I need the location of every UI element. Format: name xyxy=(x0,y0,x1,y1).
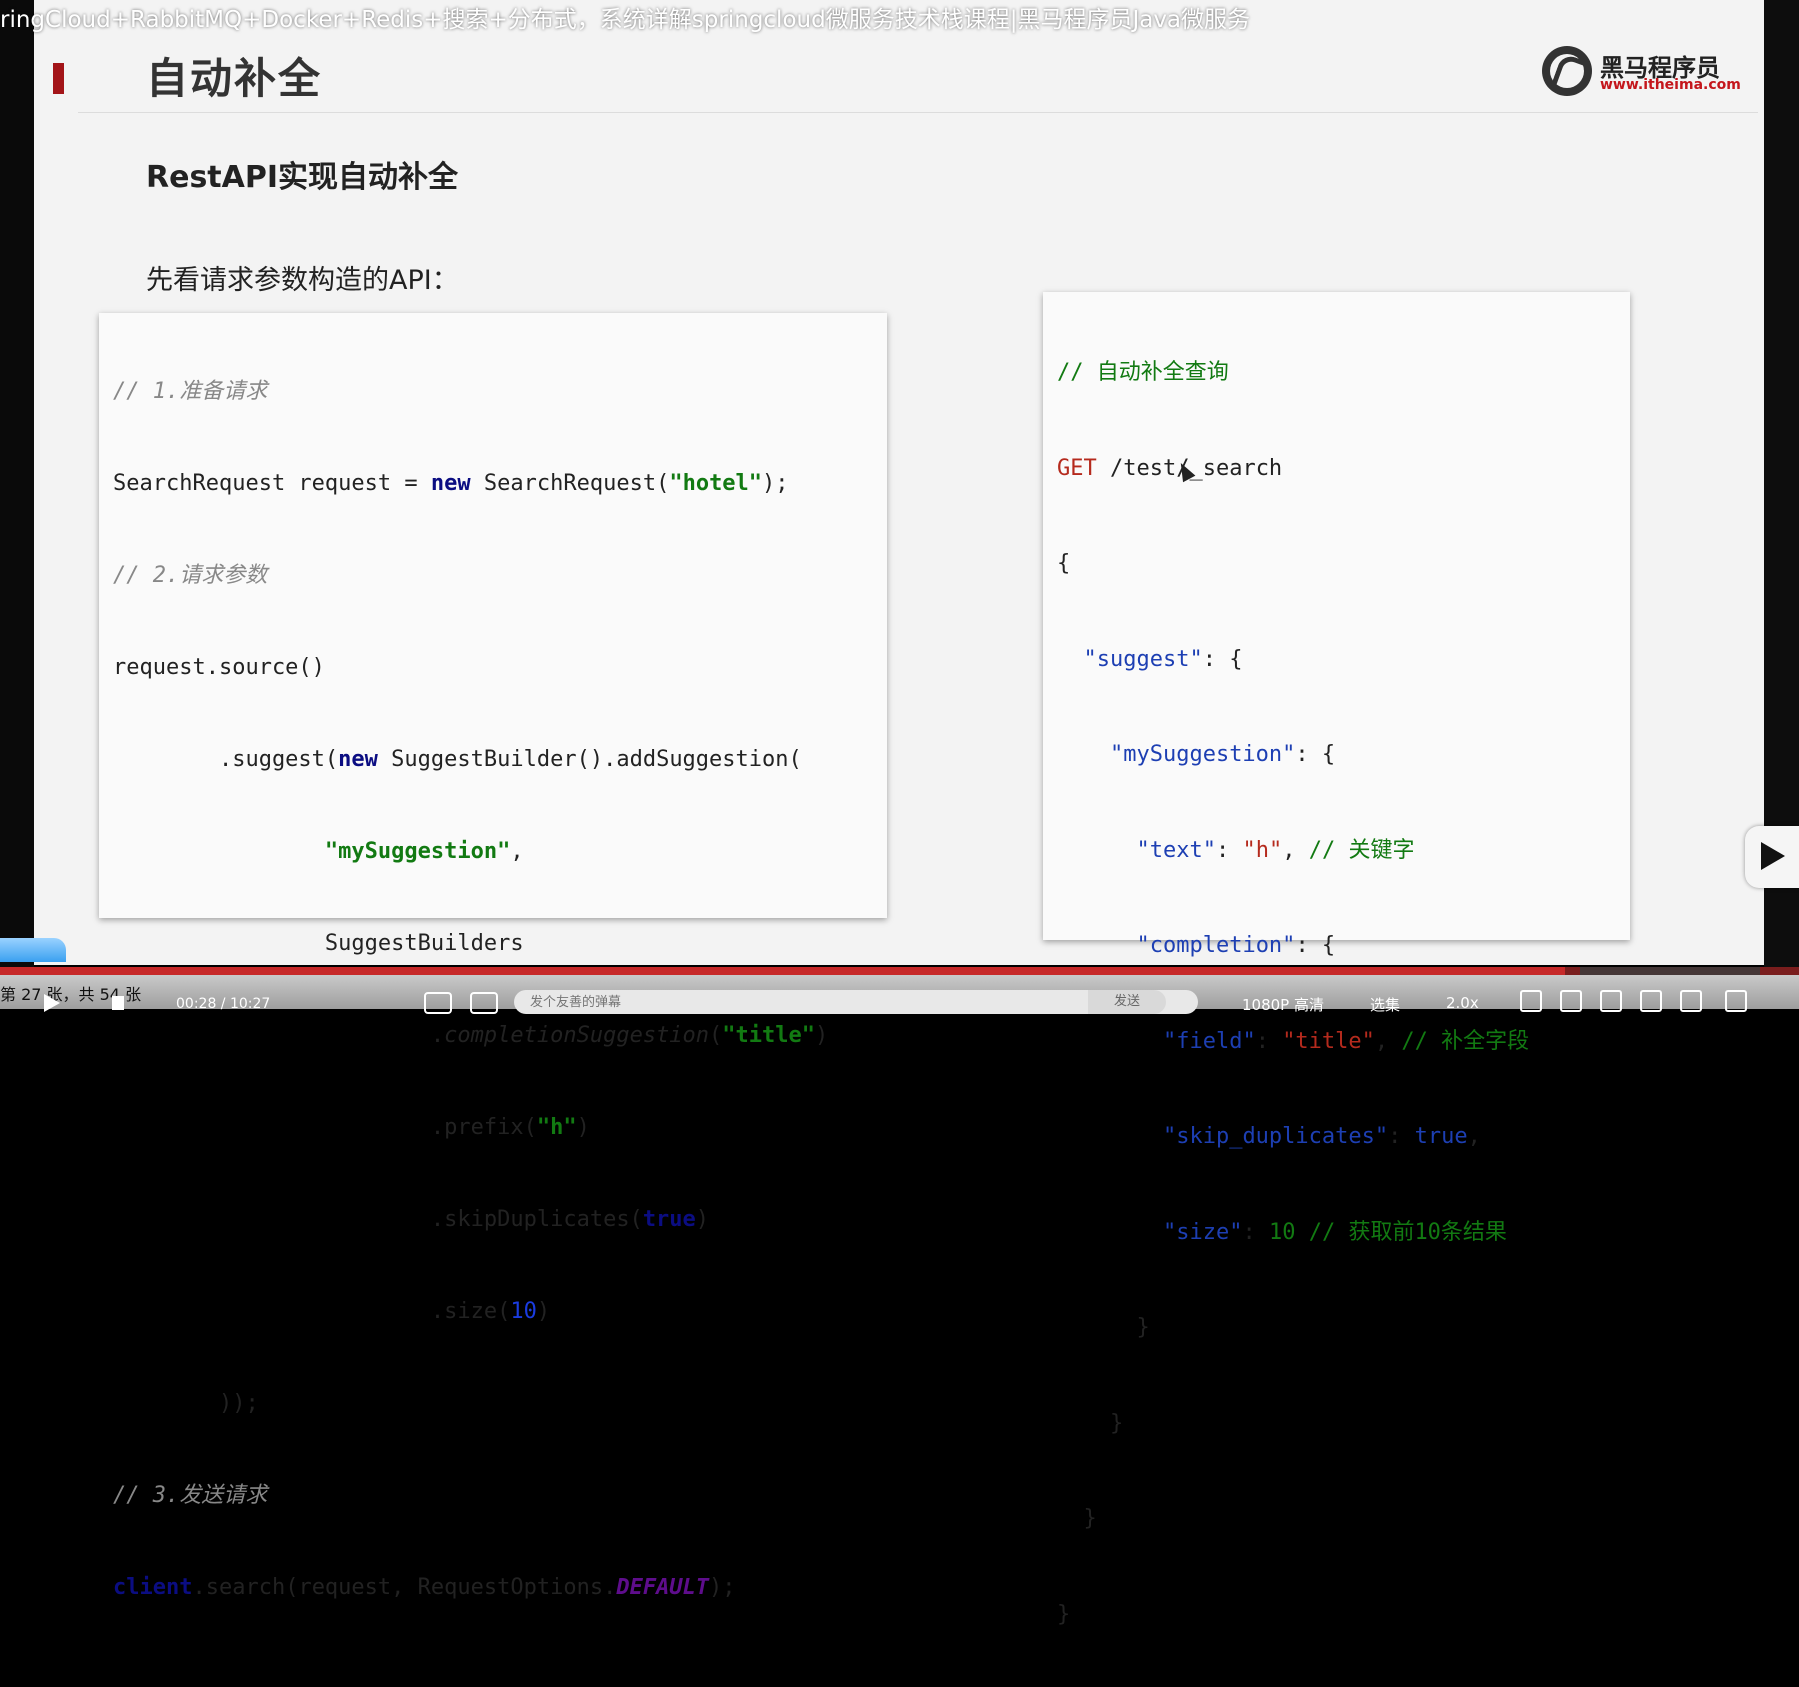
danmaku-settings-icon[interactable] xyxy=(470,992,498,1014)
code-line: "skip_duplicates": true, xyxy=(1162,1124,1481,1149)
code-line: "text": "h", // 关键字 xyxy=(1136,837,1415,863)
code-line: SuggestBuilders xyxy=(113,931,524,956)
code-line: )); xyxy=(113,1391,259,1416)
speed-button[interactable]: 2.0x xyxy=(1446,994,1479,1012)
code-line: "size": 10 // 获取前10条结果 xyxy=(1162,1219,1507,1245)
code-line: "mySuggestion": { xyxy=(1109,742,1336,767)
code-line: } xyxy=(1057,1315,1150,1340)
next-icon[interactable] xyxy=(112,996,124,1010)
code-line: } xyxy=(1057,1506,1097,1531)
code-line: .completionSuggestion("title") xyxy=(113,1023,829,1048)
code-line: .size(10) xyxy=(113,1299,551,1324)
progress-fill xyxy=(0,967,1566,975)
code-line: // 自动补全查询 xyxy=(1057,360,1229,385)
time-readout: 00:28 / 10:27 xyxy=(176,996,271,1012)
quality-button[interactable]: 1080P 高清 xyxy=(1242,994,1324,1015)
code-line: "completion": { xyxy=(1136,933,1336,958)
side-play-button[interactable] xyxy=(1745,826,1799,888)
code-line: // 3.发送请求 xyxy=(113,1483,268,1508)
play-icon xyxy=(1761,842,1785,870)
intro-text: 先看请求参数构造的API： xyxy=(146,265,459,296)
rest-code-block: // 自动补全查询 GET /test/_search { "suggest":… xyxy=(1043,292,1630,1627)
code-line: "mySuggestion", xyxy=(324,839,524,864)
code-line: GET /test/_search xyxy=(1057,455,1283,481)
code-line: request.source() xyxy=(113,655,325,680)
code-line: "field": "title", // 补全字段 xyxy=(1162,1028,1530,1054)
send-button[interactable]: 发送 xyxy=(1088,990,1166,1014)
logo-url: www.itheima.com xyxy=(1600,77,1741,93)
title-accent-bar xyxy=(53,63,64,94)
code-line: .suggest(new SuggestBuilder().addSuggest… xyxy=(113,747,802,772)
code-line: .skipDuplicates(true) xyxy=(113,1207,710,1232)
title-divider xyxy=(78,112,1758,113)
episode-select-button[interactable]: 选集 xyxy=(1370,994,1400,1015)
java-code-block: // 1.准备请求 SearchRequest request = new Se… xyxy=(99,313,887,1600)
code-line: SearchRequest request = new SearchReques… xyxy=(113,471,789,496)
video-title: ringCloud+RabbitMQ+Docker+Redis+搜索+分布式，系… xyxy=(0,7,1251,33)
section-heading: RestAPI实现自动补全 xyxy=(146,160,459,195)
play-icon[interactable] xyxy=(44,994,60,1012)
code-line: .prefix("h") xyxy=(113,1115,590,1140)
brand-logo: 黑马程序员 www.itheima.com xyxy=(1542,44,1741,100)
letterbox-left xyxy=(0,0,34,1009)
code-line: client.search(request, RequestOptions.DE… xyxy=(113,1575,736,1600)
code-line: } xyxy=(1057,1410,1124,1436)
horse-logo-icon xyxy=(1542,46,1592,96)
code-line: // 1.准备请求 xyxy=(113,379,268,404)
code-line: } xyxy=(1057,1601,1071,1627)
code-line: // 2.请求参数 xyxy=(113,563,268,588)
corner-badge xyxy=(0,938,66,962)
danmaku-toggle-icon[interactable] xyxy=(424,992,452,1014)
code-line: { xyxy=(1057,551,1071,576)
code-line: "suggest": { xyxy=(1083,646,1243,672)
slide-title: 自动补全 xyxy=(146,54,323,103)
